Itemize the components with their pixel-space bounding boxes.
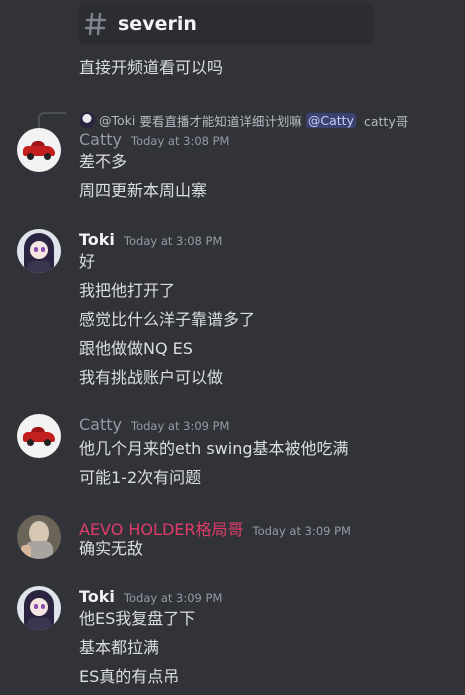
message-header: Catty Today at 3:08 PM — [79, 130, 229, 149]
message-header: Toki Today at 3:08 PM — [79, 230, 222, 249]
message-line: 确实无敌 — [79, 539, 144, 558]
message-line: 我把他打开了 — [79, 281, 176, 300]
author-name[interactable]: Toki — [79, 230, 115, 249]
message-header: Toki Today at 3:09 PM — [79, 587, 222, 606]
thread-icon — [84, 12, 107, 35]
avatar[interactable] — [17, 414, 61, 458]
message-line: ES真的有点吊 — [79, 667, 180, 686]
message-line: 可能1-2次有问题 — [79, 468, 202, 487]
reply-text: 要看直播才能知道详细计划嘛 — [139, 113, 302, 129]
reply-author[interactable]: @Toki — [99, 113, 135, 128]
message-line: 跟他做做NQ ES — [79, 339, 193, 358]
reply-avatar — [79, 112, 95, 128]
timestamp: Today at 3:09 PM — [123, 591, 223, 605]
reply-mention[interactable]: @Catty — [305, 112, 356, 128]
timestamp: Today at 3:08 PM — [123, 234, 223, 248]
message-line: 周四更新本周山寨 — [79, 181, 208, 200]
avatar[interactable] — [17, 128, 61, 172]
avatar[interactable] — [17, 515, 61, 559]
timestamp: Today at 3:09 PM — [252, 524, 351, 538]
avatar[interactable] — [17, 586, 61, 630]
message-line: 好 — [79, 252, 96, 271]
author-name[interactable]: AEVO HOLDER格局哥 — [79, 516, 244, 540]
message-line: 我有挑战账户可以做 — [79, 368, 224, 387]
channel-name: severin — [118, 12, 197, 35]
message-header: Catty Today at 3:09 PM — [79, 415, 229, 434]
timestamp: Today at 3:09 PM — [131, 419, 230, 433]
message-line: 基本都拉满 — [79, 638, 160, 657]
reply-trailing-text: catty哥 — [363, 113, 409, 129]
author-name[interactable]: Catty — [79, 130, 122, 149]
message-line: 他几个月来的eth swing基本被他吃满 — [79, 439, 349, 458]
author-name[interactable]: Catty — [79, 415, 122, 434]
message-line: 感觉比什么洋子靠谱多了 — [79, 310, 256, 329]
message-line: 他ES我复盘了下 — [79, 609, 196, 628]
message-line: 直接开频道看可以吗 — [79, 58, 224, 77]
author-name[interactable]: Toki — [79, 587, 115, 606]
timestamp: Today at 3:08 PM — [131, 134, 230, 148]
message-header: AEVO HOLDER格局哥 Today at 3:09 PM — [79, 516, 351, 540]
message-line: 差不多 — [79, 152, 128, 171]
reply-preview[interactable]: @Toki 要看直播才能知道详细计划嘛 @Catty catty哥 — [59, 110, 444, 130]
avatar[interactable] — [17, 229, 61, 273]
channel-chip[interactable]: severin — [78, 3, 374, 44]
